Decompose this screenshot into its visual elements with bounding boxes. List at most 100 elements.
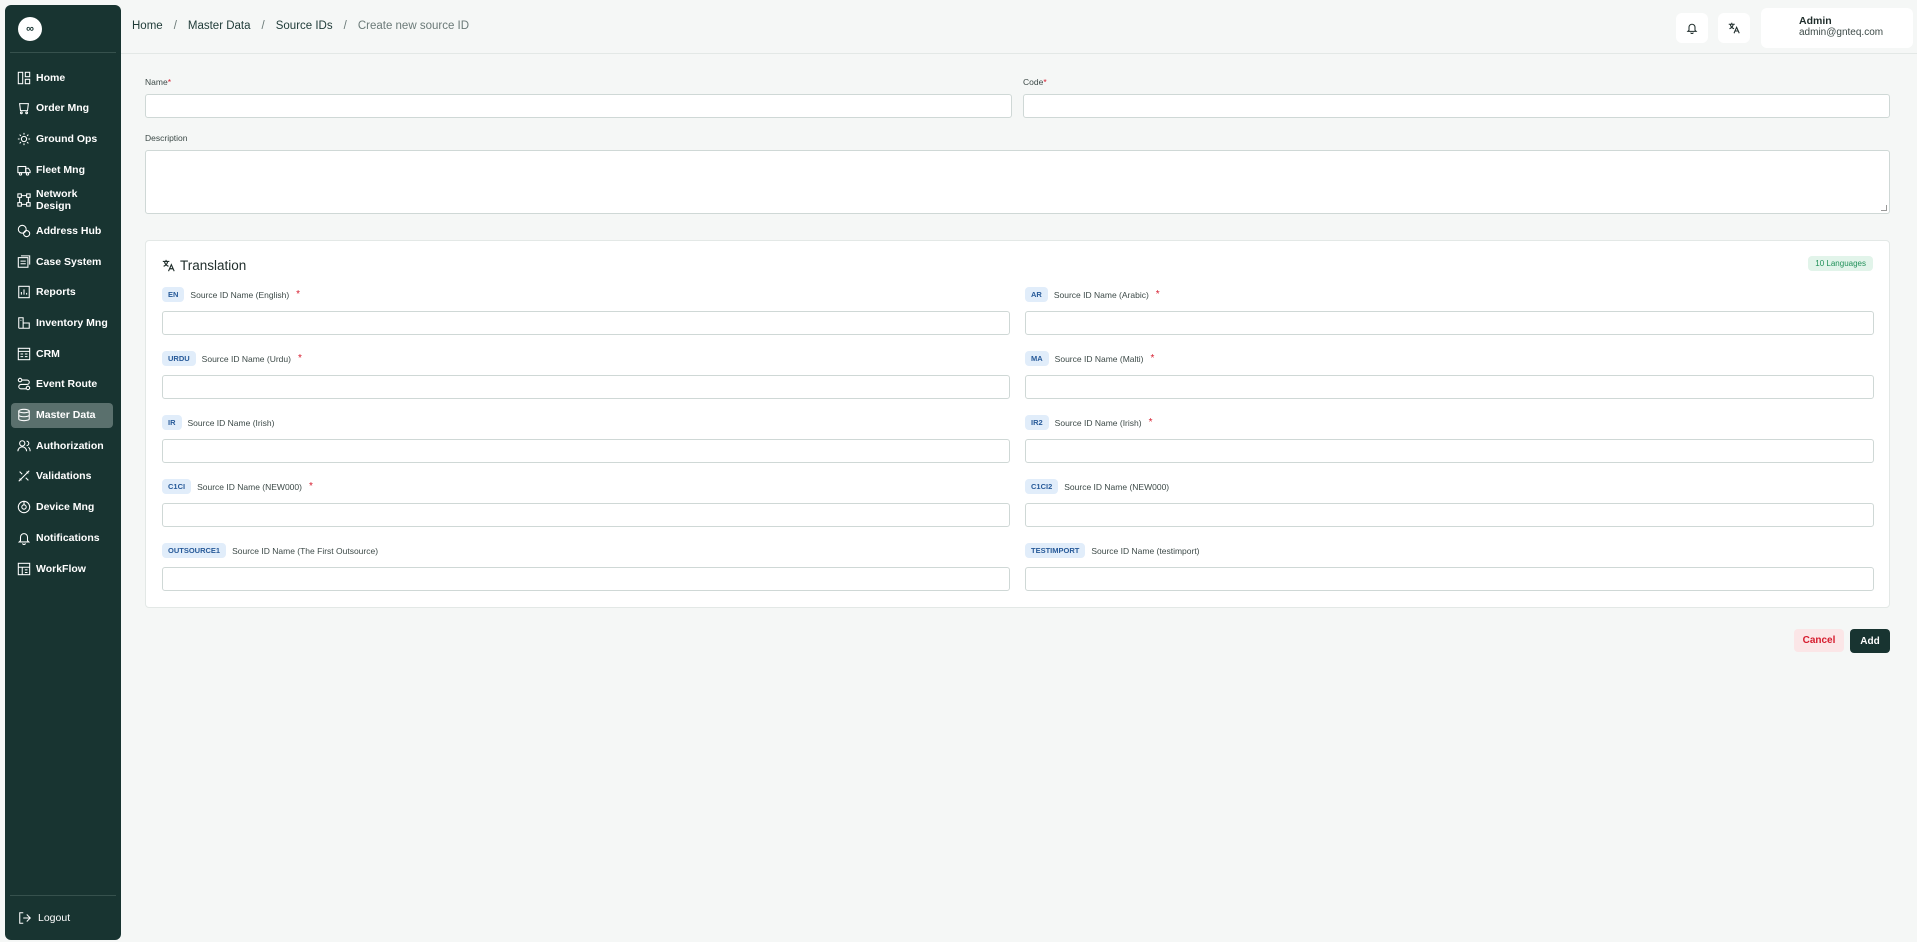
add-button[interactable]: Add: [1850, 629, 1890, 653]
sidebar-item-label: Home: [36, 71, 66, 84]
sidebar-item-ground-ops[interactable]: Ground Ops: [11, 126, 113, 151]
sidebar-item-label: Ground Ops: [36, 132, 98, 145]
translation-input-ir[interactable]: [162, 439, 1010, 463]
sidebar-item-network-design[interactable]: Network Design: [11, 188, 113, 213]
sidebar-item-fleet-mng[interactable]: Fleet Mng: [11, 157, 113, 182]
lang-code-badge: OUTSOURCE1: [162, 543, 227, 558]
resize-handle[interactable]: [1881, 205, 1887, 211]
breadcrumb: Home / Master Data / Source IDs / Create…: [132, 20, 469, 32]
lang-label: Source ID Name (NEW000): [1064, 481, 1170, 492]
user-email: admin@gnteq.com: [1799, 27, 1884, 38]
sidebar-item-workflow[interactable]: WorkFlow: [11, 556, 113, 581]
logo-area: ∞: [10, 5, 116, 53]
lang-label: Source ID Name (The First Outsource): [232, 545, 379, 556]
translation-input-testimport[interactable]: [1025, 567, 1874, 591]
sidebar-item-label: Fleet Mng: [36, 163, 85, 176]
name-input[interactable]: [145, 94, 1012, 118]
bell-icon: [17, 532, 31, 545]
lang-code-badge: IR2: [1025, 415, 1049, 430]
translation-input-outsource1[interactable]: [162, 567, 1010, 591]
ground-ops-icon: [17, 132, 31, 145]
translation-input-c1ci[interactable]: [162, 503, 1010, 527]
breadcrumb-source-ids[interactable]: Source IDs: [276, 20, 333, 32]
code-input[interactable]: [1023, 94, 1890, 118]
case-icon: [17, 254, 31, 268]
sidebar-item-label: Inventory Mng: [36, 317, 108, 329]
lang-code-badge: IR: [162, 415, 182, 430]
lang-label: Source ID Name (English): [190, 289, 290, 300]
sidebar-item-label: Case System: [36, 255, 102, 268]
lang-code-badge: MA: [1025, 351, 1049, 366]
lang-code-badge: C1CI: [162, 479, 192, 494]
lang-row-urdu: URDU Source ID Name (Urdu) *: [162, 351, 302, 366]
sidebar-item-label: Validations: [36, 470, 92, 483]
translation-input-ir2[interactable]: [1025, 439, 1874, 463]
sidebar-item-order-mng[interactable]: Order Mng: [11, 96, 113, 121]
sidebar-item-label: Notifications: [36, 531, 100, 544]
lang-label: Source ID Name (Arabic): [1053, 289, 1149, 300]
app-logo[interactable]: ∞: [18, 16, 42, 41]
sidebar-item-notifications[interactable]: Notifications: [11, 525, 113, 550]
description-textarea[interactable]: [145, 150, 1890, 214]
reports-icon: [18, 286, 30, 299]
sidebar-item-reports[interactable]: Reports: [11, 280, 113, 305]
required-mark: *: [308, 481, 313, 492]
cancel-button[interactable]: Cancel: [1794, 629, 1844, 652]
translation-input-ar[interactable]: [1025, 311, 1874, 335]
sidebar-item-label: Authorization: [36, 439, 104, 452]
name-label: Name*: [145, 77, 171, 87]
translation-input-c1ci2[interactable]: [1025, 503, 1874, 527]
breadcrumb-home[interactable]: Home: [132, 20, 163, 32]
logout-icon: [19, 912, 31, 924]
user-profile-card[interactable]: Admin admin@gnteq.com: [1761, 8, 1913, 48]
sidebar-item-validations[interactable]: Validations: [11, 464, 113, 489]
required-mark: *: [167, 77, 171, 87]
sidebar-item-address-hub[interactable]: Address Hub: [11, 218, 113, 243]
database-icon: [18, 408, 30, 422]
required-mark: *: [297, 353, 302, 364]
sidebar-item-home[interactable]: Home: [11, 65, 113, 90]
inventory-icon: [18, 317, 30, 329]
lang-code-badge: C1CI2: [1025, 479, 1059, 494]
sidebar-item-label: WorkFlow: [36, 562, 86, 575]
translate-icon: [162, 259, 175, 272]
sidebar-item-inventory-mng[interactable]: Inventory Mng: [11, 311, 113, 336]
sidebar-item-label: Network Design: [36, 188, 78, 213]
device-icon: [17, 500, 31, 514]
lang-label: Source ID Name (Irish): [187, 417, 275, 428]
breadcrumb-master-data[interactable]: Master Data: [188, 20, 251, 32]
translation-input-en[interactable]: [162, 311, 1010, 335]
sidebar-item-authorization[interactable]: Authorization: [11, 433, 113, 458]
bell-icon: [1686, 23, 1698, 34]
address-icon: [17, 224, 31, 238]
sidebar-item-device-mng[interactable]: Device Mng: [11, 495, 113, 520]
sidebar-item-master-data[interactable]: Master Data: [11, 402, 113, 428]
sidebar-item-case-system[interactable]: Case System: [11, 249, 113, 274]
lang-row-ir2: IR2 Source ID Name (Irish) *: [1025, 415, 1153, 430]
code-label: Code*: [1023, 77, 1047, 87]
required-mark: *: [1150, 353, 1155, 364]
translation-input-ma[interactable]: [1025, 375, 1874, 399]
sidebar-item-event-route[interactable]: Event Route: [11, 372, 113, 397]
sidebar-item-crm[interactable]: CRM: [11, 341, 113, 366]
lang-label: Source ID Name (Urdu): [201, 353, 291, 364]
lang-label: Source ID Name (NEW000): [197, 481, 302, 492]
required-mark: *: [296, 289, 301, 300]
translation-input-urdu[interactable]: [162, 375, 1010, 399]
lang-code-badge: URDU: [162, 351, 196, 366]
logout-button[interactable]: Logout: [18, 911, 70, 925]
language-button[interactable]: [1718, 13, 1750, 43]
lang-row-ir: IR Source ID Name (Irish): [162, 415, 274, 430]
sidebar-item-label: Master Data: [36, 409, 96, 422]
breadcrumb-separator: /: [343, 20, 347, 32]
lang-row-en: EN Source ID Name (English) *: [162, 287, 300, 302]
languages-count-badge: 10 Languages: [1808, 256, 1873, 271]
notifications-button[interactable]: [1676, 13, 1708, 43]
lang-code-badge: TESTIMPORT: [1025, 543, 1086, 558]
logout-label: Logout: [38, 912, 71, 924]
translation-title: Translation: [162, 258, 246, 273]
network-icon: [17, 193, 31, 207]
lang-label: Source ID Name (Malti): [1054, 353, 1144, 364]
crm-icon: [17, 347, 31, 360]
workflow-icon: [17, 562, 31, 575]
